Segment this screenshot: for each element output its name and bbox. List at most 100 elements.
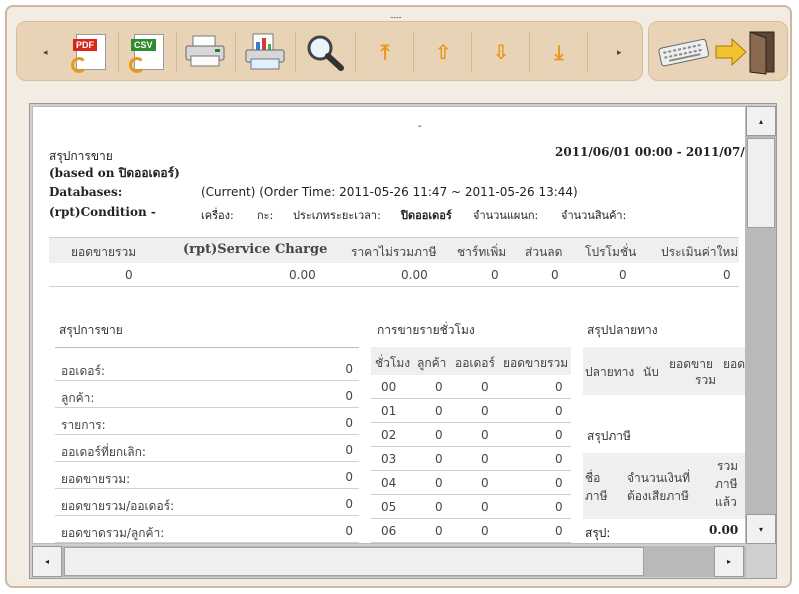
table-row: 00 0 0 0 (371, 375, 571, 399)
orders-cell: 0 (481, 380, 489, 394)
item-value: 0 (345, 524, 353, 538)
total-cell: 0 (555, 428, 563, 442)
tax-header-total-line2: ภาษี (715, 477, 738, 491)
print-button[interactable] (183, 30, 227, 74)
dest-header-total-line2: รวม (695, 373, 717, 387)
report-toolbar: ◂ PDF CSV ⤒ ⇧ ⇩ ⤓ ▸ (16, 21, 643, 81)
list-item: ยอดขายรวม: 0 (55, 463, 359, 489)
item-label: ออเดอร์ที่ยกเลิก: (61, 445, 146, 459)
scroll-right-button[interactable]: ▸ (714, 546, 744, 577)
tax-header-amount-line1: จำนวนเงินที่ (627, 471, 690, 485)
total-cell: 0 (555, 476, 563, 490)
hour-cell: 02 (381, 428, 397, 442)
hourly-table-header: ชั่วโมง ลูกค้า ออเดอร์ ยอดขายรวม (371, 347, 571, 375)
scroll-up-button[interactable]: ▴ (746, 106, 776, 136)
orders-cell: 0 (481, 452, 489, 466)
customers-cell: 0 (435, 404, 443, 418)
first-page-icon: ⤒ (380, 40, 390, 64)
item-label: รายการ: (61, 418, 106, 432)
header-service-charge: (rpt)Service Charge (183, 242, 328, 257)
customers-cell: 0 (435, 476, 443, 490)
hour-cell: 03 (381, 452, 397, 466)
window-drag-handle[interactable]: ....... (390, 11, 402, 20)
orders-cell: 0 (481, 428, 489, 442)
previous-page-button[interactable]: ⇧ (421, 30, 465, 74)
printer-icon (185, 35, 225, 67)
vertical-scrollbar[interactable]: ▴ ▾ (746, 106, 776, 544)
table-row: 02 0 0 0 (371, 423, 571, 447)
horizontal-scrollbar[interactable]: ◂ ▸ (32, 546, 746, 577)
total-cell: 0 (555, 500, 563, 514)
condition-period-value: ปิดออเดอร์ (401, 209, 452, 222)
customers-cell: 0 (435, 500, 443, 514)
header-surcharge: ชาร์ทเพิ่ม (457, 245, 507, 259)
condition-products: จำนวนสินค้า: (561, 209, 627, 222)
print-preview-button[interactable] (243, 30, 287, 74)
item-label: ยอดขายรวม: (61, 472, 131, 486)
item-label: ออเดอร์: (61, 364, 106, 378)
next-page-button[interactable]: ⇩ (479, 30, 523, 74)
last-page-button[interactable]: ⤓ (537, 30, 581, 74)
scroll-left-button[interactable]: ◂ (32, 546, 62, 577)
export-pdf-button[interactable]: PDF (69, 30, 113, 74)
list-item: รายการ: 0 (55, 409, 359, 435)
value-reassess: 0 (723, 268, 731, 282)
total-cell: 0 (555, 452, 563, 466)
tax-header-total-line1: รวม (717, 459, 739, 473)
customers-cell: 0 (435, 452, 443, 466)
vertical-scroll-thumb[interactable] (747, 138, 775, 228)
databases-label: Databases: (49, 185, 123, 199)
hour-cell: 00 (381, 380, 397, 394)
hour-cell: 06 (381, 524, 397, 538)
table-row: 06 0 0 0 (371, 519, 571, 543)
summary-table-row: 0 0.00 0.00 0 0 0 0 (49, 263, 739, 287)
hourly-sales-title: การขายรายชั่วโมง (377, 323, 475, 337)
tax-header-name-line2: ภาษี (585, 489, 608, 503)
table-row: 04 0 0 0 (371, 471, 571, 495)
export-csv-button[interactable]: CSV (127, 30, 171, 74)
table-row: 05 0 0 0 (371, 495, 571, 519)
destination-summary-title: สรุปปลายทาง (587, 323, 658, 337)
table-row: 03 0 0 0 (371, 447, 571, 471)
item-label: ยอดขาดรวม/ลูกค้า: (61, 526, 165, 540)
tax-total-value: 0.00 (709, 523, 739, 537)
pdf-tag: PDF (73, 39, 97, 51)
tax-total-label: สรุป: (585, 526, 611, 540)
list-item: ลูกค้า: 0 (55, 382, 359, 408)
header-price-excl-tax: ราคาไม่รวมภาษี (351, 245, 437, 259)
search-button[interactable] (303, 30, 347, 74)
first-page-button[interactable]: ⤒ (363, 30, 407, 74)
toolbar-scroll-left-button[interactable]: ◂ (43, 48, 48, 58)
list-item: ออเดอร์ที่ยกเลิก: 0 (55, 436, 359, 462)
hour-cell: 01 (381, 404, 397, 418)
orders-cell: 0 (481, 500, 489, 514)
value-total-sales: 0 (125, 268, 133, 282)
total-cell: 0 (555, 380, 563, 394)
customers-cell: 0 (435, 428, 443, 442)
item-label: ลูกค้า: (61, 391, 95, 405)
header-discount: ส่วนลด (525, 245, 563, 259)
hourly-header-hour: ชั่วโมง (375, 356, 411, 370)
report-date-range: 2011/06/01 00:00 - 2011/07/0 (555, 145, 746, 159)
csv-document-icon: CSV (129, 34, 164, 73)
header-promotion: โปรโมชั่น (585, 245, 637, 259)
sales-summary-title: สรุปการขาย (59, 323, 123, 337)
exit-button[interactable] (648, 21, 788, 81)
horizontal-scroll-thumb[interactable] (64, 547, 644, 576)
value-promotion: 0 (619, 268, 627, 282)
databases-value: (Current) (Order Time: 2011-05-26 11:47 … (201, 185, 578, 199)
header-total-sales: ยอดขายรวม (71, 245, 137, 259)
item-value: 0 (345, 470, 353, 484)
condition-period-type: ประเภทระยะเวลา: (293, 209, 381, 222)
toolbar-scroll-right-button[interactable]: ▸ (617, 48, 622, 58)
item-value: 0 (345, 362, 353, 376)
scroll-down-button[interactable]: ▾ (746, 514, 776, 544)
table-row: 01 0 0 0 (371, 399, 571, 423)
item-value: 0 (345, 443, 353, 457)
keyboard-exit-icon (658, 31, 775, 75)
arrow-down-icon: ⇩ (492, 40, 510, 64)
last-page-icon: ⤓ (554, 40, 564, 64)
summary-table-header: ยอดขายรวม (rpt)Service Charge ราคาไม่รวม… (49, 237, 739, 263)
header-reassess: ประเมินค่าใหม่ (661, 245, 739, 259)
value-surcharge: 0 (491, 268, 499, 282)
